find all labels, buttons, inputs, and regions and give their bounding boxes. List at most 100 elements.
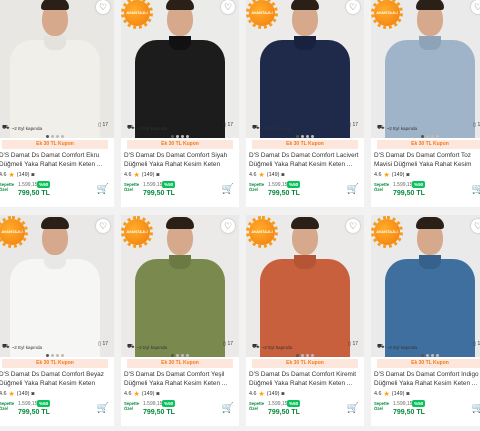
- product-image[interactable]: AVANTAJLI ♡ ⛟ ~2 Eyl kapında ▯ 17: [371, 0, 480, 138]
- delivery-text: ~2 Eyl kapında: [386, 344, 418, 350]
- add-to-cart-icon[interactable]: 🛒: [347, 184, 359, 195]
- add-to-cart-icon[interactable]: 🛒: [97, 403, 109, 414]
- basket-special-label: Sepette Özel: [249, 401, 265, 411]
- favorite-heart-icon[interactable]: ♡: [221, 219, 235, 233]
- image-carousel-dots[interactable]: [421, 354, 439, 357]
- favorite-heart-icon[interactable]: ♡: [471, 219, 480, 233]
- image-carousel-dots[interactable]: [171, 354, 189, 357]
- basket-special-label: Sepette Özel: [124, 401, 140, 411]
- product-card[interactable]: AVANTAJLI ♡ ⛟ ~2 Eyl kapında ▯ 17 Ek 30 …: [121, 215, 239, 426]
- favorite-heart-icon[interactable]: ♡: [221, 0, 235, 14]
- product-title[interactable]: D'S Damat Ds Damat Comfort Indigo Düğmel…: [374, 371, 480, 388]
- product-image[interactable]: AVANTAJLI ♡ ⛟ ~2 Eyl kapında ▯ 17: [371, 215, 480, 357]
- new-price: 799,50 TL: [18, 190, 50, 197]
- new-price: 799,50 TL: [268, 190, 300, 197]
- rating-value: 4.6: [124, 172, 132, 178]
- product-card[interactable]: AVANTAJLI ♡ ⛟ ~2 Eyl kapında ▯ 17 Ek 30 …: [121, 0, 239, 207]
- review-count: (149): [16, 172, 30, 178]
- product-card[interactable]: AVANTAJLI ♡ ⛟ ~2 Eyl kapında ▯ 17 Ek 30 …: [246, 0, 364, 207]
- coupon-banner[interactable]: Ek 30 TL Kupon: [2, 140, 108, 149]
- product-title[interactable]: D'S Damat Ds Damat Comfort Toz Mavisi Dü…: [374, 152, 480, 169]
- rating-value: 4.6: [124, 391, 132, 397]
- truck-icon: ⛟: [2, 125, 10, 131]
- truck-icon: ⛟: [377, 344, 385, 350]
- add-to-cart-icon[interactable]: 🛒: [222, 403, 234, 414]
- product-image[interactable]: AVANTAJLI ♡ ⛟ ~2 Eyl kapında ▯ 17: [121, 0, 239, 138]
- favorite-heart-icon[interactable]: ♡: [96, 0, 110, 14]
- product-grid: AVANTAJLI ♡ ⛟ ~2 Eyl kapında ▯ 17 Ek 30 …: [0, 0, 480, 426]
- delivery-info: ⛟ ~2 Eyl kapında: [127, 124, 167, 132]
- advantage-badge: AVANTAJLI: [246, 0, 278, 29]
- add-to-cart-icon[interactable]: 🛒: [347, 403, 359, 414]
- product-title[interactable]: D'S Damat Ds Damat Comfort Beyaz Düğmeli…: [0, 371, 111, 388]
- product-title[interactable]: D'S Damat Ds Damat Comfort Yeşil Düğmeli…: [124, 371, 236, 388]
- rating-value: 4.6: [249, 172, 257, 178]
- coupon-banner[interactable]: Ek 30 TL Kupon: [377, 359, 480, 368]
- model-collar: [169, 36, 191, 50]
- camera-icon: ◙: [156, 172, 160, 178]
- delivery-info: ⛟ ~2 Eyl kapında: [127, 343, 167, 351]
- coupon-banner[interactable]: Ek 30 TL Kupon: [127, 359, 233, 368]
- image-carousel-dots[interactable]: [296, 354, 314, 357]
- coupon-banner[interactable]: Ek 30 TL Kupon: [2, 359, 108, 368]
- model-hair: [166, 217, 194, 229]
- camera-icon: ◙: [31, 391, 35, 397]
- review-count: (149): [391, 172, 405, 178]
- new-price: 799,50 TL: [143, 409, 175, 416]
- add-to-cart-icon[interactable]: 🛒: [472, 184, 480, 195]
- product-card[interactable]: AVANTAJLI ♡ ⛟ ~2 Eyl kapında ▯ 17 Ek 30 …: [0, 215, 114, 426]
- model-hair: [291, 217, 319, 229]
- product-image[interactable]: AVANTAJLI ♡ ⛟ ~2 Eyl kapında ▯ 17: [246, 0, 364, 138]
- product-title[interactable]: D'S Damat Ds Damat Comfort Ekru Düğmeli …: [0, 152, 111, 169]
- new-price: 799,50 TL: [268, 409, 300, 416]
- product-card[interactable]: AVANTAJLI ♡ ⛟ ~2 Eyl kapında ▯ 17 Ek 30 …: [371, 215, 480, 426]
- new-price: 799,50 TL: [393, 409, 425, 416]
- favorite-heart-icon[interactable]: ♡: [346, 219, 360, 233]
- badge-label: AVANTAJLI: [1, 229, 23, 234]
- coupon-banner[interactable]: Ek 30 TL Kupon: [252, 359, 358, 368]
- coupon-banner[interactable]: Ek 30 TL Kupon: [127, 140, 233, 149]
- delivery-text: ~2 Eyl kapında: [386, 125, 418, 131]
- favorite-heart-icon[interactable]: ♡: [346, 0, 360, 14]
- product-image[interactable]: AVANTAJLI ♡ ⛟ ~2 Eyl kapında ▯ 17: [246, 215, 364, 357]
- coupon-banner[interactable]: Ek 30 TL Kupon: [252, 140, 358, 149]
- advantage-badge: AVANTAJLI: [246, 216, 278, 248]
- image-carousel-dots[interactable]: [421, 135, 439, 138]
- image-carousel-dots[interactable]: [46, 135, 64, 138]
- discount-badge: %50: [162, 181, 176, 188]
- favorite-heart-icon[interactable]: ♡: [96, 219, 110, 233]
- add-to-cart-icon[interactable]: 🛒: [472, 403, 480, 414]
- product-image[interactable]: AVANTAJLI ♡ ⛟ ~2 Eyl kapında ▯ 17: [0, 215, 114, 357]
- product-image[interactable]: AVANTAJLI ♡ ⛟ ~2 Eyl kapında ▯ 17: [0, 0, 114, 138]
- discount-badge: %50: [287, 400, 301, 407]
- camera-icon: ◙: [281, 172, 285, 178]
- coupon-banner[interactable]: Ek 30 TL Kupon: [377, 140, 480, 149]
- image-carousel-dots[interactable]: [296, 135, 314, 138]
- product-card[interactable]: AVANTAJLI ♡ ⛟ ~2 Eyl kapında ▯ 17 Ek 30 …: [371, 0, 480, 207]
- product-card[interactable]: AVANTAJLI ♡ ⛟ ~2 Eyl kapında ▯ 17 Ek 30 …: [246, 215, 364, 426]
- photo-count-value: 17: [352, 341, 358, 347]
- star-icon: ★: [8, 391, 15, 398]
- rating: 4.6 ★ (149) ◙: [374, 171, 409, 179]
- rating: 4.6 ★ (149) ◙: [124, 390, 159, 398]
- image-carousel-dots[interactable]: [46, 354, 64, 357]
- photo-count: ▯ 17: [473, 122, 480, 128]
- product-title[interactable]: D'S Damat Ds Damat Comfort Kiremit Düğme…: [249, 371, 361, 388]
- model-collar: [419, 255, 441, 269]
- badge-label: AVANTAJLI: [126, 10, 148, 15]
- model-hair: [41, 0, 69, 10]
- discount-badge: %50: [412, 181, 426, 188]
- favorite-heart-icon[interactable]: ♡: [471, 0, 480, 14]
- rating-value: 4.6: [374, 391, 382, 397]
- product-title[interactable]: D'S Damat Ds Damat Comfort Siyah Düğmeli…: [124, 152, 236, 169]
- camera-icon: ◙: [406, 391, 410, 397]
- product-title[interactable]: D'S Damat Ds Damat Comfort Lacivert Düğm…: [249, 152, 361, 169]
- photo-count: ▯ 17: [223, 341, 233, 347]
- add-to-cart-icon[interactable]: 🛒: [97, 184, 109, 195]
- product-image[interactable]: AVANTAJLI ♡ ⛟ ~2 Eyl kapında ▯ 17: [121, 215, 239, 357]
- image-carousel-dots[interactable]: [171, 135, 189, 138]
- advantage-badge: AVANTAJLI: [121, 216, 153, 248]
- star-icon: ★: [258, 172, 265, 179]
- product-card[interactable]: AVANTAJLI ♡ ⛟ ~2 Eyl kapında ▯ 17 Ek 30 …: [0, 0, 114, 207]
- add-to-cart-icon[interactable]: 🛒: [222, 184, 234, 195]
